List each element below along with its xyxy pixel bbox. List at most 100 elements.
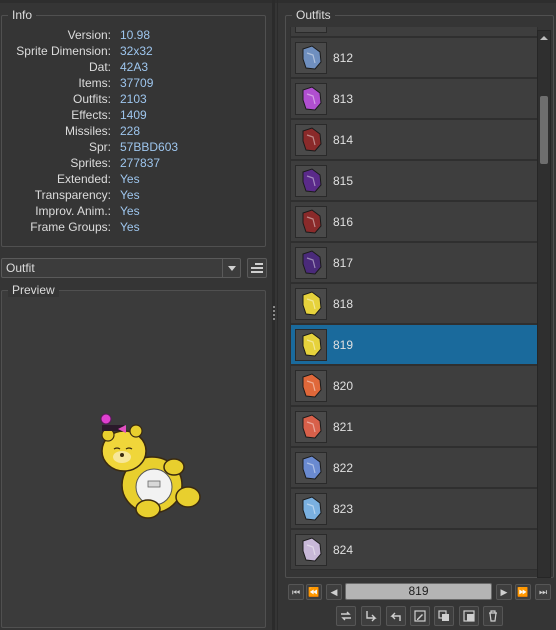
list-item[interactable]: 821 (290, 406, 538, 447)
outfit-list-scrollbar[interactable] (537, 30, 551, 578)
outfit-thumbnail (295, 165, 327, 197)
outfit-id-label: 812 (333, 51, 354, 65)
info-label: Dat: (88, 60, 111, 74)
list-item[interactable]: 817 (290, 242, 538, 283)
edit-button[interactable] (410, 606, 430, 626)
list-view-button[interactable] (247, 258, 267, 278)
outfit-thumbnail (295, 493, 327, 525)
outfit-thumbnail (295, 534, 327, 566)
category-dropdown[interactable]: Outfit (1, 258, 241, 278)
outfit-id-label: 820 (333, 379, 354, 393)
info-row-outfits: Outfits: 2103 (2, 91, 264, 107)
previous-page-icon: ⏪ (308, 586, 320, 597)
list-item[interactable]: 819 (290, 324, 538, 365)
previous-button[interactable]: ◀ (326, 584, 342, 600)
info-label: Missiles: (64, 124, 111, 138)
info-label: Sprite Dimension: (16, 44, 111, 58)
info-row-version: Version: 10.98 (2, 27, 264, 43)
outfit-thumbnail (295, 370, 327, 402)
first-page-icon: ⏮ (291, 586, 301, 597)
outfit-thumbnail (295, 247, 327, 279)
info-row-items: Items: 37709 (2, 75, 264, 91)
info-row-improved-animations: Improv. Anim.: Yes (2, 203, 264, 219)
outfit-thumbnail (295, 411, 327, 443)
outfit-sprite (302, 496, 322, 521)
previous-icon: ◀ (330, 586, 338, 597)
outfit-id-label: 814 (333, 133, 354, 147)
info-label: Frame Groups: (30, 220, 111, 234)
next-page-button[interactable]: ⏩ (515, 584, 531, 600)
list-item[interactable]: 815 (290, 160, 538, 201)
list-item[interactable]: 824 (290, 529, 538, 570)
outfit-id-label: 816 (333, 215, 354, 229)
chevron-down-icon[interactable] (222, 259, 240, 277)
new-button[interactable] (459, 606, 479, 626)
list-item[interactable]: 822 (290, 447, 538, 488)
outfit-thumbnail (295, 288, 327, 320)
outfit-preview-sprite (100, 413, 201, 519)
outfit-thumbnail (295, 206, 327, 238)
outfit-id-label: 822 (333, 461, 354, 475)
outfit-sprite (302, 291, 322, 316)
list-item[interactable]: 820 (290, 365, 538, 406)
list-item[interactable]: 823 (290, 488, 538, 529)
outfit-thumbnail (295, 27, 327, 33)
info-row-frame-groups: Frame Groups: Yes (2, 219, 264, 235)
info-label: Sprites: (70, 156, 111, 170)
info-value: Yes (120, 204, 140, 218)
list-item[interactable]: 812 (290, 37, 538, 78)
undo-button[interactable] (386, 606, 406, 626)
info-value: 32x32 (120, 44, 153, 58)
info-value: 277837 (120, 156, 161, 170)
first-page-button[interactable]: ⏮ (288, 584, 304, 600)
info-value: 228 (120, 124, 141, 138)
next-button[interactable]: ▶ (496, 584, 512, 600)
export-icon (366, 611, 377, 622)
edit-icon (414, 610, 426, 622)
info-value: Yes (120, 172, 140, 186)
outfit-sprite (302, 332, 322, 357)
splitter-grip-icon[interactable] (273, 306, 275, 320)
outfit-id-label: 818 (333, 297, 354, 311)
outfit-sprite (302, 250, 322, 275)
info-value: 42A3 (120, 60, 149, 74)
last-page-button[interactable]: ⏭ (535, 584, 551, 600)
list-icon-line (251, 271, 263, 273)
info-label: Improv. Anim.: (35, 204, 111, 218)
info-value: 10.98 (120, 28, 151, 42)
info-value: Yes (120, 220, 140, 234)
info-label: Spr: (88, 140, 111, 154)
list-icon-line (251, 267, 263, 269)
info-row-transparency: Transparency: Yes (2, 187, 264, 203)
list-item[interactable]: 818 (290, 283, 538, 324)
outfit-id-label: 824 (333, 543, 354, 557)
replace-button[interactable] (336, 606, 356, 626)
info-label: Outfits: (72, 92, 111, 106)
outfit-sprite (302, 537, 322, 562)
outfit-thumbnail (295, 42, 327, 74)
previous-page-button[interactable]: ⏪ (306, 584, 322, 600)
list-item[interactable]: 816 (290, 201, 538, 242)
top-border (0, 0, 556, 3)
list-item[interactable]: 813 (290, 78, 538, 119)
outfit-id-label: 815 (333, 174, 354, 188)
info-row-missiles: Missiles: 228 (2, 123, 264, 139)
scrollbar-thumb[interactable] (540, 96, 548, 164)
outfits-panel-title: Outfits (292, 8, 335, 22)
scroll-up-icon[interactable] (538, 31, 550, 45)
info-value: Yes (120, 188, 140, 202)
info-row-dat: Dat: 42A3 (2, 59, 264, 75)
delete-button[interactable] (483, 606, 503, 626)
outfit-sprite (302, 168, 322, 193)
export-button[interactable] (361, 606, 381, 626)
current-outfit-field[interactable]: 819 (345, 583, 492, 600)
info-value: 57BBD603 (120, 140, 179, 154)
undo-icon (390, 612, 401, 621)
list-item[interactable]: 814 (290, 119, 538, 160)
outfit-sprite (302, 45, 322, 70)
list-item[interactable] (290, 27, 538, 37)
info-row-sprites: Sprites: 277837 (2, 155, 264, 171)
preview-panel: Preview (1, 283, 266, 628)
outfit-list[interactable]: 812 813 814 815 816 817 818 819 820 821 822 823 824 (290, 27, 538, 576)
duplicate-button[interactable] (434, 606, 454, 626)
